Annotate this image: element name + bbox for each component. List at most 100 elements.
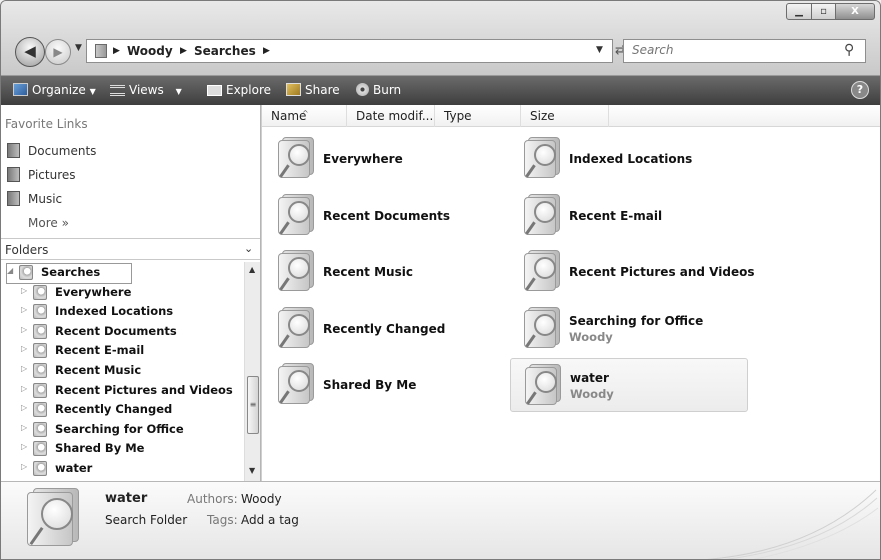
search-folder-item[interactable]: Recently Changed [264,302,502,356]
address-dropdown-button[interactable]: ▼ [596,45,603,55]
details-type: Search Folder [105,513,188,527]
organize-label: Organize [32,83,86,97]
tree-item-label: Recently Changed [55,402,173,417]
share-button[interactable]: Share [286,83,340,97]
column-size[interactable]: Size [521,105,609,127]
expand-arrow-icon[interactable]: ▷ [21,442,27,451]
column-name[interactable]: Name ^ [262,105,347,127]
search-folder-icon [19,265,33,280]
search-folder-icon [272,137,316,181]
search-folder-item[interactable]: Everywhere [264,132,502,186]
item-name: Shared By Me [323,378,417,392]
search-folder-icon [33,363,47,378]
search-folder-item[interactable]: Recent E-mail [510,189,748,243]
folder-tree: ◢ Searches ▷ Everywhere ▷ Indexed Locations ▷ R… [1,262,244,481]
expand-arrow-icon[interactable]: ▷ [21,403,27,412]
search-folder-icon [272,250,316,294]
title-bar: ▁ ▫ X ◀ ▶ ▼ ▶ Woody ▶ Searches ▶ ▼ ⇄ ⚲ [1,1,880,75]
expand-arrow-icon[interactable]: ◢ [7,266,13,275]
burn-button[interactable]: Burn [356,83,401,97]
scroll-down-arrow[interactable]: ▼ [249,466,255,475]
decorative-swoosh [706,489,879,559]
search-box[interactable]: ⚲ [623,39,866,63]
expand-arrow-icon[interactable]: ▷ [21,384,27,393]
breadcrumb-woody[interactable]: Woody [127,44,173,58]
search-input[interactable] [632,43,832,57]
expand-arrow-icon[interactable]: ▷ [21,286,27,295]
authors-label: Authors: [187,492,238,506]
folder-icon [95,44,107,58]
scroll-up-arrow[interactable]: ▲ [249,265,255,274]
expand-arrow-icon[interactable]: ▷ [21,325,27,334]
search-folder-icon [272,306,316,351]
tree-item-label: Recent E-mail [55,343,145,358]
search-folder-icon [33,382,47,398]
breadcrumb-separator[interactable]: ▶ [113,46,120,56]
tree-item-label: Searching for Office [55,421,184,436]
expand-arrow-icon[interactable]: ▷ [21,305,27,314]
folders-header[interactable]: Folders ⌄ [1,238,260,260]
favorite-label: Pictures [28,168,76,182]
explore-icon [207,85,222,96]
search-folder-item[interactable]: Recent Music [264,245,502,299]
tree-item-searches[interactable]: ◢ Searches [6,263,132,284]
details-pane: water Search Folder Authors: Woody Tags:… [1,481,880,559]
column-headers: Name ^ Date modif... Type Size [262,105,880,127]
views-menu[interactable]: Views ▼ [110,83,182,97]
search-folder-item[interactable]: Recent Documents [264,189,502,243]
minimize-button[interactable]: ▁ [786,3,812,20]
expand-arrow-icon[interactable]: ▷ [21,344,27,353]
favorite-link-pictures[interactable]: Pictures [7,167,76,182]
favorite-link-music[interactable]: Music [7,191,62,206]
search-folder-icon [518,193,562,238]
column-date-modified[interactable]: Date modif... [347,105,435,127]
breadcrumb-separator[interactable]: ▶ [263,46,270,56]
search-folder-item[interactable]: Recent Pictures and Videos [510,245,754,299]
item-name: Recent Pictures and Videos [569,265,755,279]
tree-scrollbar[interactable]: ▲ ≡ ▼ [244,262,260,481]
item-name: Recently Changed [323,321,446,336]
search-icon[interactable]: ⚲ [844,42,854,58]
organize-icon [13,83,28,96]
authors-value[interactable]: Woody [241,492,282,506]
maximize-button[interactable]: ▫ [811,3,836,20]
share-icon [286,83,301,96]
column-type[interactable]: Type [435,105,521,127]
tree-item-label: water [55,461,93,475]
explore-button[interactable]: Explore [207,83,271,97]
item-name: Indexed Locations [569,152,693,166]
music-icon [7,191,20,206]
tags-value[interactable]: Add a tag [241,513,299,527]
item-name: Recent Documents [323,208,451,223]
expand-arrow-icon[interactable]: ▷ [21,423,27,432]
tree-item-label: Recent Music [55,363,142,377]
recent-pages-button[interactable]: ▼ [75,43,82,53]
expand-arrow-icon[interactable]: ▷ [21,462,27,471]
scroll-thumb[interactable]: ≡ [247,376,259,434]
more-links[interactable]: More » [28,216,69,230]
tree-item-label: Shared By Me [55,441,145,456]
back-button[interactable]: ◀ [15,37,45,67]
organize-menu[interactable]: Organize ▼ [13,83,96,97]
search-folder-item[interactable]: Indexed Locations [510,132,748,186]
item-name: water [570,371,609,385]
burn-label: Burn [373,83,402,97]
search-folder-item[interactable]: Shared By Me [264,358,502,412]
forward-button[interactable]: ▶ [45,39,71,65]
tree-item-label: Recent Pictures and Videos [55,382,233,397]
search-folder-item[interactable]: water Woody [510,358,748,412]
documents-icon [7,143,20,158]
views-icon [110,85,125,96]
tags-label: Tags: [207,513,238,527]
breadcrumb-searches[interactable]: Searches [194,44,256,58]
address-bar[interactable]: ▶ Woody ▶ Searches ▶ ▼ [86,39,613,63]
favorite-links-header: Favorite Links [5,117,88,131]
favorite-link-documents[interactable]: Documents [7,143,96,158]
search-folder-item[interactable]: Searching for Office Woody [510,302,748,356]
help-icon[interactable]: ? [851,81,869,99]
breadcrumb-separator[interactable]: ▶ [180,46,187,56]
expand-arrow-icon[interactable]: ▷ [21,364,27,373]
close-button[interactable]: X [835,3,875,20]
tree-item-label: Everywhere [55,284,132,299]
chevron-down-icon[interactable]: ⌄ [244,242,253,255]
